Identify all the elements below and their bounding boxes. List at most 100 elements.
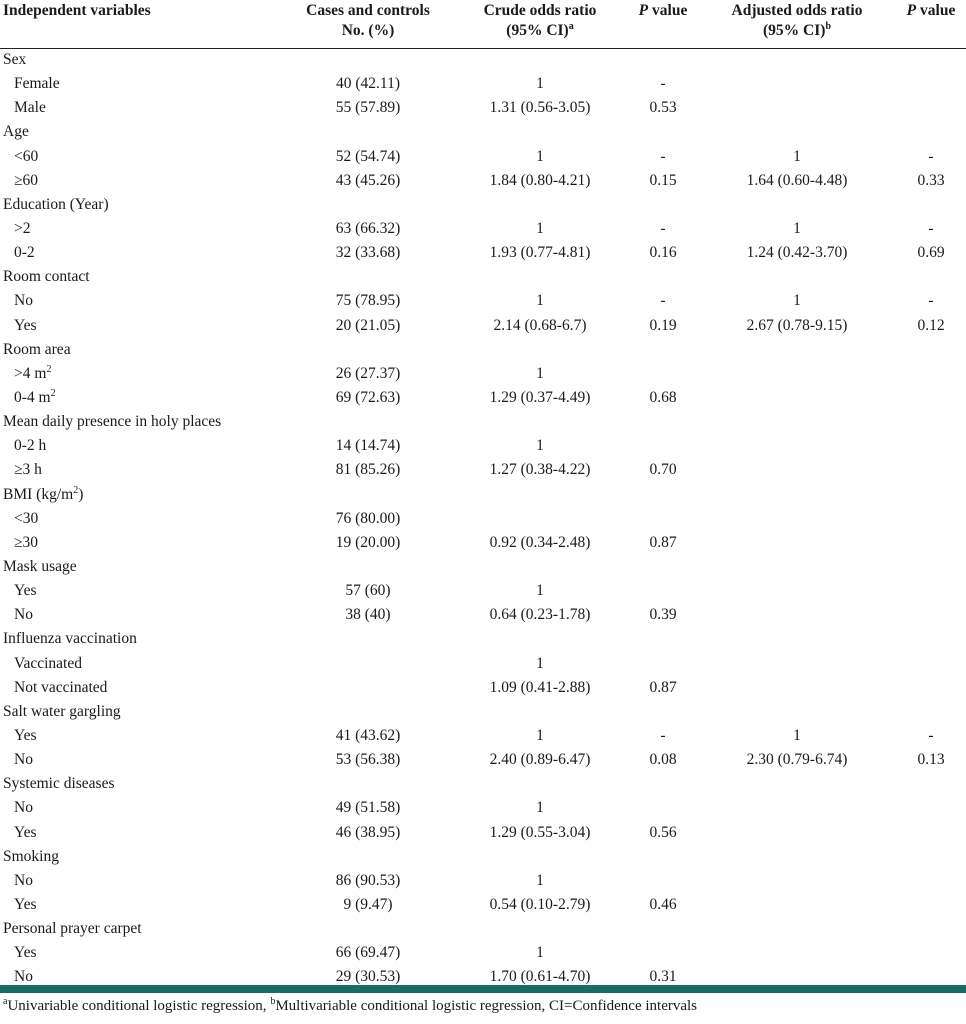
row-label: >4 m2 — [14, 362, 51, 386]
table-row: Not vaccinated 1.09 (0.41-2.88) 0.87 — [0, 676, 966, 700]
cases-controls-cell: 49 (51.58) — [335, 799, 401, 817]
row-label: No — [14, 796, 33, 820]
header-adj-sup: b — [825, 20, 831, 32]
adjusted-p-value-cell: - — [928, 219, 934, 237]
row-label: >2 — [14, 217, 31, 241]
row-label: Yes — [14, 941, 37, 965]
row-label-text: Mask usage — [3, 557, 77, 575]
row-label: Systemic diseases — [3, 772, 115, 796]
header-p-value-2: P value — [898, 1, 964, 21]
table-group-row: Mask usage — [0, 555, 966, 579]
row-label-text: Yes — [14, 823, 37, 841]
crude-p-value-cell: 0.08 — [649, 751, 677, 769]
row-label-text: >4 m — [14, 364, 47, 382]
row-label-end: ) — [78, 485, 84, 503]
header-p1-text: value — [648, 2, 688, 19]
header-p2-text: value — [916, 2, 956, 19]
crude-p-value-cell: 0.87 — [649, 533, 677, 551]
row-label: No — [14, 748, 33, 772]
row-label-text: Influenza vaccination — [3, 630, 137, 648]
table-group-row: Smoking — [0, 845, 966, 869]
table-row: >4 m2 26 (27.37) 1 — [0, 362, 966, 386]
row-label: Mask usage — [3, 555, 77, 579]
table-row: Female 40 (42.11) 1 - — [0, 72, 966, 96]
row-label-text: Education (Year) — [3, 195, 109, 213]
crude-odds-ratio-cell: 1 — [536, 292, 544, 310]
cases-controls-cell: 40 (42.11) — [336, 75, 400, 93]
table-row: No 53 (56.38) 2.40 (0.89-6.47) 0.08 2.30 (0.… — [0, 748, 966, 772]
adjusted-odds-ratio-cell: 2.67 (0.78-9.15) — [746, 316, 848, 334]
cases-controls-cell: 32 (33.68) — [335, 244, 401, 262]
header-adj-line1: Adjusted odds ratio — [731, 2, 863, 19]
crude-odds-ratio-cell: 1 — [536, 437, 544, 455]
row-label-text: Vaccinated — [14, 654, 82, 672]
header-crude-sup: a — [568, 20, 574, 32]
row-label: Not vaccinated — [14, 676, 107, 700]
row-label: BMI (kg/m2) — [3, 483, 83, 507]
table-row: Yes 9 (9.47) 0.54 (0.10-2.79) 0.46 — [0, 893, 966, 917]
table-row: Vaccinated 1 — [0, 652, 966, 676]
row-label-text: Yes — [14, 582, 37, 600]
row-label-text: ≥3 h — [14, 461, 42, 479]
row-label-text: No — [14, 606, 33, 624]
row-label: Male — [14, 96, 46, 120]
row-label: Yes — [14, 821, 37, 845]
cases-controls-cell: 63 (66.32) — [335, 219, 401, 237]
adjusted-odds-ratio-cell: 1.64 (0.60-4.48) — [746, 171, 848, 189]
adjusted-p-value-cell: 0.33 — [917, 171, 945, 189]
adjusted-odds-ratio-cell: 1 — [793, 726, 801, 744]
cases-controls-cell: 14 (14.74) — [335, 437, 401, 455]
table-row: No 75 (78.95) 1 - 1 - — [0, 289, 966, 313]
row-label: Female — [14, 72, 60, 96]
row-label-text: BMI (kg/m — [3, 485, 74, 503]
row-label: Education (Year) — [3, 193, 109, 217]
table-row: ≥60 43 (45.26) 1.84 (0.80-4.21) 0.15 1.64 (0… — [0, 169, 966, 193]
header-p1-italic: P — [638, 2, 649, 19]
table-group-row: Age — [0, 120, 966, 144]
table-row: Yes 41 (43.62) 1 - 1 - — [0, 724, 966, 748]
adjusted-p-value-cell: - — [928, 726, 934, 744]
row-label-text: Female — [14, 75, 60, 93]
row-label: Room contact — [3, 265, 90, 289]
crude-odds-ratio-cell: 1.29 (0.37-4.49) — [489, 388, 591, 406]
header-crude-ci: (95% CI) — [506, 22, 569, 39]
header-independent-label: Independent variables — [3, 2, 151, 19]
row-label: No — [14, 869, 33, 893]
header-cases-line2: No. (%) — [341, 22, 395, 39]
crude-odds-ratio-cell: 1.31 (0.56-3.05) — [489, 99, 591, 117]
table-row: 0-4 m2 69 (72.63) 1.29 (0.37-4.49) 0.68 — [0, 386, 966, 410]
cases-controls-cell: 81 (85.26) — [335, 461, 401, 479]
table-group-row: Mean daily presence in holy places — [0, 410, 966, 434]
table-group-row: Sex — [0, 48, 966, 72]
row-label-text: No — [14, 799, 33, 817]
table-row: No 38 (40) 0.64 (0.23-1.78) 0.39 — [0, 603, 966, 627]
crude-odds-ratio-cell: 0.64 (0.23-1.78) — [489, 606, 591, 624]
table-row: <30 76 (80.00) — [0, 507, 966, 531]
row-label-text: Room area — [3, 340, 71, 358]
table-row: Yes 57 (60) 1 — [0, 579, 966, 603]
row-label-text: Age — [3, 123, 29, 141]
table-row: Yes 46 (38.95) 1.29 (0.55-3.04) 0.56 — [0, 821, 966, 845]
row-label: No — [14, 603, 33, 627]
table-row: ≥30 19 (20.00) 0.92 (0.34-2.48) 0.87 — [0, 531, 966, 555]
cases-controls-cell: 43 (45.26) — [335, 171, 401, 189]
cases-controls-cell: 26 (27.37) — [335, 364, 401, 382]
row-label: ≥30 — [14, 531, 38, 555]
table-group-row: Room contact — [0, 265, 966, 289]
crude-odds-ratio-cell: 1 — [536, 147, 544, 165]
crude-odds-ratio-cell: 1.09 (0.41-2.88) — [489, 678, 591, 696]
cases-controls-cell: 19 (20.00) — [335, 533, 401, 551]
row-label-text: Yes — [14, 726, 37, 744]
row-label-text: Yes — [14, 316, 37, 334]
row-label-text: <30 — [14, 509, 39, 527]
adjusted-p-value-cell: - — [928, 292, 934, 310]
header-adjusted-odds-ratio: Adjusted odds ratio (95% CI)b — [712, 1, 882, 41]
adjusted-p-value-cell: - — [928, 147, 934, 165]
crude-odds-ratio-cell: 1.27 (0.38-4.22) — [489, 461, 591, 479]
header-p2-italic: P — [906, 2, 917, 19]
crude-odds-ratio-cell: 1 — [536, 364, 544, 382]
row-label-text: Yes — [14, 895, 37, 913]
header-p-value-1: P value — [630, 1, 696, 21]
table-row: ≥3 h 81 (85.26) 1.27 (0.38-4.22) 0.70 — [0, 458, 966, 482]
row-label-text: Smoking — [3, 847, 59, 865]
